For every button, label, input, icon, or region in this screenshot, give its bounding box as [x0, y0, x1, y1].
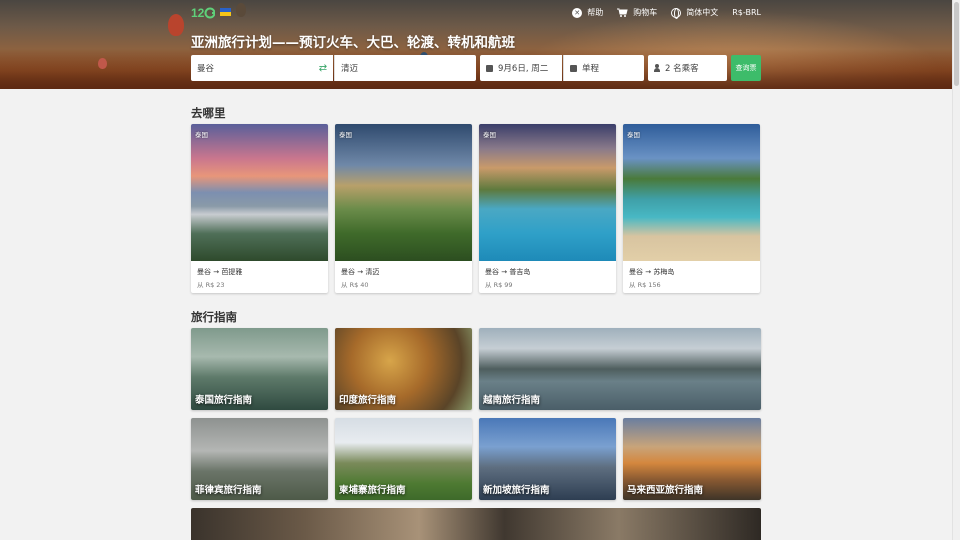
route-label: 曼谷 → 苏梅岛 — [629, 268, 675, 276]
guide-label: 马来西亚旅行指南 — [627, 485, 704, 496]
featured-image[interactable] — [191, 508, 761, 540]
calendar-icon — [486, 64, 493, 72]
destination-card[interactable]: 泰国 曼谷 → 普吉岛 从 R$ 99 — [479, 124, 616, 293]
help-link[interactable]: ✕ 帮助 — [572, 7, 603, 18]
country-tag: 泰国 — [627, 131, 640, 139]
user-icon — [654, 64, 660, 72]
from-value: 曼谷 — [197, 64, 215, 74]
currency-label: R$-BRL — [732, 8, 761, 17]
destination-image — [191, 124, 328, 261]
date-field[interactable]: 9月6日, 周二 — [480, 55, 562, 81]
guide-card-vietnam[interactable]: 越南旅行指南 — [479, 328, 761, 410]
passengers-field[interactable]: 2 名乘客 — [648, 55, 727, 81]
balloon-decoration — [98, 58, 107, 69]
country-tag: 泰国 — [483, 131, 496, 139]
help-icon: ✕ — [572, 7, 583, 18]
help-label: 帮助 — [587, 8, 604, 17]
cart-link[interactable]: 购物车 — [617, 7, 657, 18]
guide-label: 泰国旅行指南 — [195, 395, 253, 406]
globe-icon — [671, 7, 682, 19]
svg-text:12: 12 — [191, 6, 205, 20]
balloon-decoration — [236, 3, 246, 17]
guide-label: 越南旅行指南 — [483, 395, 541, 406]
top-nav: ✕ 帮助 购物车 简体中文 R$-BRL — [572, 7, 761, 19]
guide-card-cambodia[interactable]: 柬埔寨旅行指南 — [335, 418, 472, 500]
guide-card-india[interactable]: 印度旅行指南 — [335, 328, 472, 410]
guide-card-philippines[interactable]: 菲律宾旅行指南 — [191, 418, 328, 500]
search-button[interactable]: 查询票 — [731, 55, 761, 81]
trip-type-field[interactable]: 单程 — [563, 55, 644, 81]
guide-label: 柬埔寨旅行指南 — [339, 485, 406, 496]
route-label: 曼谷 → 普吉岛 — [485, 268, 531, 276]
cart-icon — [617, 8, 628, 17]
destination-card[interactable]: 泰国 曼谷 → 清迈 从 R$ 40 — [335, 124, 472, 293]
ukraine-flag-icon — [220, 8, 231, 16]
price-label: 从 R$ 156 — [629, 281, 661, 289]
country-tag: 泰国 — [339, 131, 352, 139]
price-label: 从 R$ 99 — [485, 281, 513, 289]
destination-image — [335, 124, 472, 261]
scrollbar-thumb[interactable] — [954, 2, 959, 86]
language-label: 简体中文 — [686, 8, 719, 17]
to-field[interactable]: 清迈 — [334, 55, 476, 81]
language-selector[interactable]: 简体中文 — [671, 7, 719, 19]
page: 12 ✕ 帮助 购物车 简体中文 R$-BRL 亚洲旅行计划——预订火车、大巴、… — [0, 0, 960, 540]
section-title-guides: 旅行指南 — [191, 310, 237, 324]
destination-image — [479, 124, 616, 261]
guide-card-thailand[interactable]: 泰国旅行指南 — [191, 328, 328, 410]
section-title-destinations: 去哪里 — [191, 106, 226, 120]
destination-image — [623, 124, 760, 261]
guide-label: 印度旅行指南 — [339, 395, 397, 406]
from-field[interactable]: 曼谷 — [191, 55, 333, 81]
calendar-icon — [570, 64, 577, 72]
cart-label: 购物车 — [633, 8, 658, 17]
guide-label: 新加坡旅行指南 — [483, 485, 550, 496]
route-label: 曼谷 → 芭提雅 — [197, 268, 243, 276]
country-tag: 泰国 — [195, 131, 208, 139]
guide-card-singapore[interactable]: 新加坡旅行指南 — [479, 418, 616, 500]
date-value: 9月6日, 周二 — [498, 64, 549, 74]
page-title: 亚洲旅行计划——预订火车、大巴、轮渡、转机和航班 — [191, 35, 515, 51]
price-label: 从 R$ 40 — [341, 281, 369, 289]
guide-label: 菲律宾旅行指南 — [195, 485, 262, 496]
currency-selector[interactable]: R$-BRL — [732, 8, 761, 17]
scrollbar[interactable] — [952, 0, 960, 540]
to-value: 清迈 — [341, 64, 359, 74]
destination-card[interactable]: 泰国 曼谷 → 芭提雅 从 R$ 23 — [191, 124, 328, 293]
swap-icon[interactable]: ⇄ — [314, 55, 332, 81]
route-label: 曼谷 → 清迈 — [341, 268, 380, 276]
destination-card[interactable]: 泰国 曼谷 → 苏梅岛 从 R$ 156 — [623, 124, 760, 293]
logo[interactable]: 12 — [191, 5, 215, 20]
balloon-decoration — [168, 14, 184, 36]
price-label: 从 R$ 23 — [197, 281, 225, 289]
guide-card-malaysia[interactable]: 马来西亚旅行指南 — [623, 418, 761, 500]
passengers-value: 2 名乘客 — [665, 64, 699, 74]
trip-type-value: 单程 — [582, 64, 600, 74]
hero-banner: 12 ✕ 帮助 购物车 简体中文 R$-BRL 亚洲旅行计划——预订火车、大巴、… — [0, 0, 952, 89]
